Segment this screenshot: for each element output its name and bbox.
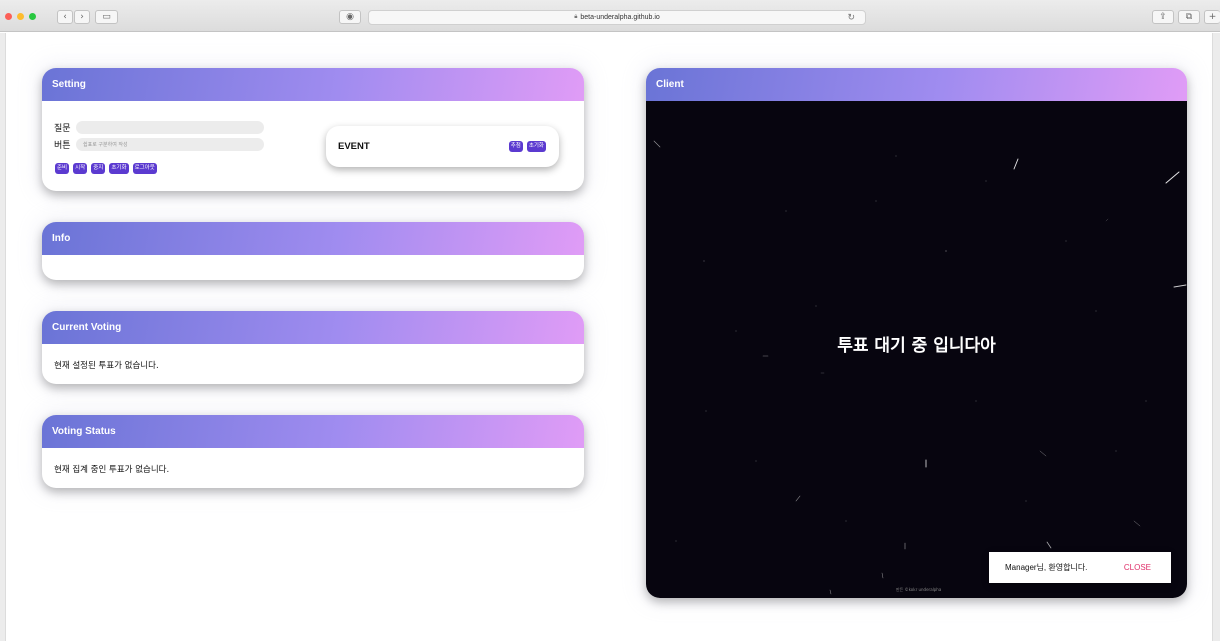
question-input[interactable] (76, 121, 264, 134)
minimize-window-icon[interactable] (17, 13, 24, 20)
stop-button[interactable]: 중지 (91, 163, 106, 174)
setting-card-title: Setting (42, 68, 584, 101)
event-reset-button[interactable]: 초기화 (526, 141, 546, 152)
control-button-row: 준비 시작 중지 초기화 로그아웃 (55, 163, 157, 174)
snackbar-message: Manager님, 환영합니다. (1005, 563, 1088, 572)
question-label: 질문 (54, 124, 71, 134)
maximize-window-icon[interactable] (29, 13, 36, 20)
client-card-title: Client (646, 68, 1187, 101)
event-panel: EVENT 추첨 초기화 (326, 126, 559, 167)
start-button[interactable]: 시작 (73, 163, 88, 174)
sidebar-icon[interactable]: ▭ (95, 10, 118, 24)
event-button-row: 추첨 초기화 (508, 141, 546, 152)
event-title: EVENT (338, 141, 370, 152)
address-bar[interactable]: 🔒︎ beta-underalpha.github.io ↻ (368, 10, 866, 25)
voting-status-message: 현재 집계 중인 투표가 없습니다. (54, 465, 170, 475)
back-icon[interactable]: ‹ (57, 10, 73, 24)
close-window-icon[interactable] (5, 13, 12, 20)
question-row: 질문 (54, 121, 264, 134)
button-options-row: 버튼 쉼표로 구분하여 작성 (54, 138, 264, 151)
browser-toolbar: ‹ › ▭ ◉ 🔒︎ beta-underalpha.github.io ↻ ⇪… (0, 0, 1220, 32)
voting-status-card-title: Voting Status (42, 415, 584, 448)
client-display: 투표 대기 중 입니다아 만든 ©kokr underalpha (646, 101, 1187, 598)
setting-card: Setting 질문 버튼 쉼표로 구분하여 작성 준비 시작 중지 초기화 로… (42, 68, 584, 191)
logout-button[interactable]: 로그아웃 (132, 163, 157, 174)
forward-icon[interactable]: › (74, 10, 90, 24)
client-card: Client 투표 대기 중 입니다아 만든 ©kokr underalpha (646, 68, 1187, 598)
welcome-snackbar: Manager님, 환영합니다. CLOSE (989, 552, 1171, 583)
privacy-icon[interactable]: ◉ (339, 10, 361, 24)
current-voting-card: Current Voting 현재 설정된 투표가 없습니다. (42, 311, 584, 384)
window-right-edge (1212, 33, 1220, 641)
draw-button[interactable]: 추첨 (508, 141, 523, 152)
current-voting-card-title: Current Voting (42, 311, 584, 344)
url-text: beta-underalpha.github.io (580, 14, 660, 21)
info-card-title: Info (42, 222, 584, 255)
tabs-icon[interactable]: ⧉ (1178, 10, 1200, 24)
lock-icon: 🔒︎ (574, 14, 578, 20)
info-card: Info (42, 222, 584, 280)
window-left-edge (0, 33, 6, 641)
voting-status-card: Voting Status 현재 집계 중인 투표가 없습니다. (42, 415, 584, 488)
share-icon[interactable]: ⇪ (1152, 10, 1174, 24)
client-credit: 만든 ©kokr underalpha (896, 587, 942, 592)
snackbar-close-button[interactable]: CLOSE (1124, 563, 1151, 572)
reset-button[interactable]: 초기화 (109, 163, 129, 174)
ready-button[interactable]: 준비 (55, 163, 70, 174)
new-tab-icon[interactable]: + (1204, 10, 1220, 24)
waiting-message: 투표 대기 중 입니다아 (837, 336, 996, 356)
button-options-input[interactable]: 쉼표로 구분하여 작성 (76, 138, 264, 151)
reload-icon[interactable]: ↻ (847, 12, 855, 23)
current-voting-message: 현재 설정된 투표가 없습니다. (54, 361, 159, 371)
button-options-label: 버튼 (54, 141, 71, 151)
